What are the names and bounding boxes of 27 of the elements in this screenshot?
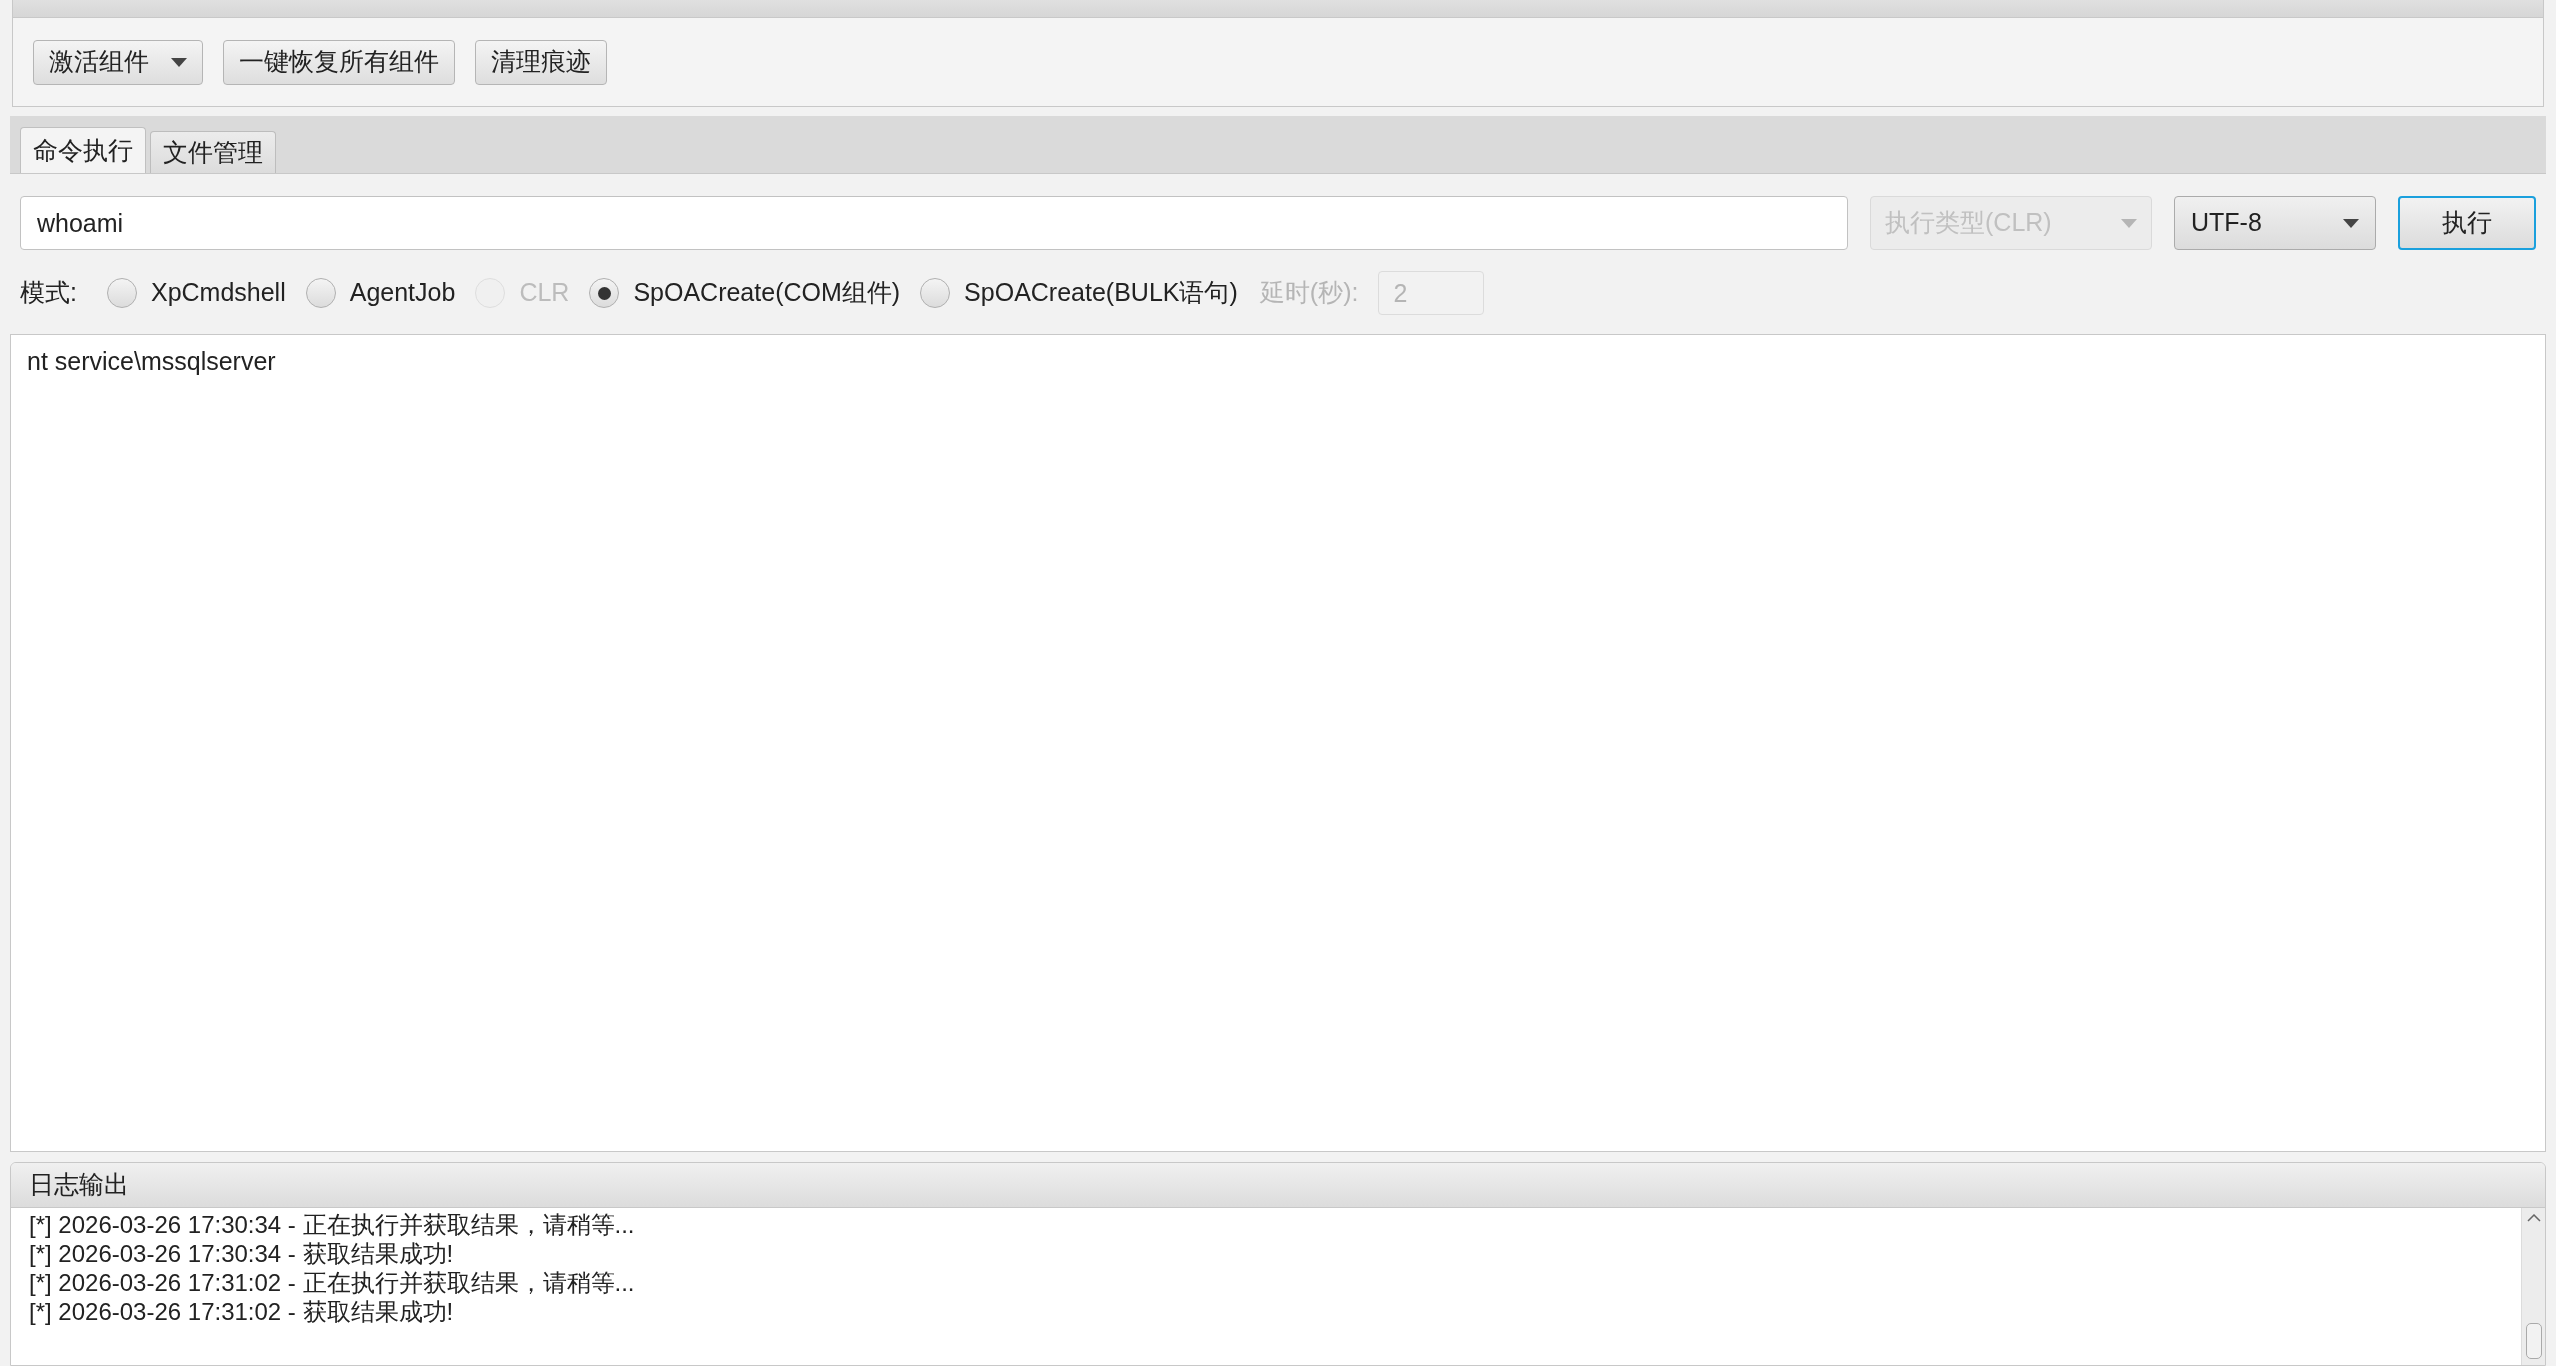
dropdown-button[interactable]: 激活组件	[33, 39, 203, 85]
delay-label: 延时(秒):	[1259, 277, 1359, 309]
radio-option[interactable]: AgentJob	[305, 274, 456, 312]
scroll-thumb[interactable]	[2525, 1323, 2542, 1359]
tab[interactable]: 文件管理	[150, 131, 276, 173]
log-header: 日志输出	[11, 1163, 2545, 1208]
scroll-up-icon[interactable]	[2526, 1214, 2541, 1222]
caret-icon	[2121, 218, 2137, 228]
log-line: [*] 2026-03-26 17:30:34 - 获取结果成功!	[29, 1239, 455, 1268]
toolbar-button[interactable]: 一键恢复所有组件	[223, 39, 455, 85]
radio-option[interactable]: XpCmdshell	[106, 274, 286, 312]
run-button[interactable]: 执行	[2398, 196, 2536, 250]
caret-icon	[2343, 218, 2359, 228]
log-line: [*] 2026-03-26 17:31:02 - 正在执行并获取结果，请稍等...	[29, 1268, 636, 1297]
log-line: [*] 2026-03-26 17:30:34 - 正在执行并获取结果，请稍等...	[29, 1210, 636, 1239]
output-area[interactable]: nt service\mssqlserver	[10, 334, 2546, 1152]
command-field[interactable]: whoami	[20, 196, 1848, 250]
output-text: nt service\mssqlserver	[27, 346, 277, 377]
log-line: [*] 2026-03-26 17:31:02 - 获取结果成功!	[29, 1297, 455, 1326]
radio-option[interactable]: SpOACreate(COM组件)	[589, 274, 901, 312]
mode-label: 模式:	[20, 277, 77, 309]
caret-icon	[171, 57, 187, 67]
radio-option[interactable]: SpOACreate(BULK语句)	[920, 274, 1238, 312]
tab[interactable]: 命令执行	[20, 127, 146, 173]
toolbar-button[interactable]: 清理痕迹	[475, 39, 607, 85]
encoding-dropdown[interactable]: UTF-8	[2174, 196, 2376, 250]
scrollbar[interactable]	[2521, 1208, 2545, 1365]
